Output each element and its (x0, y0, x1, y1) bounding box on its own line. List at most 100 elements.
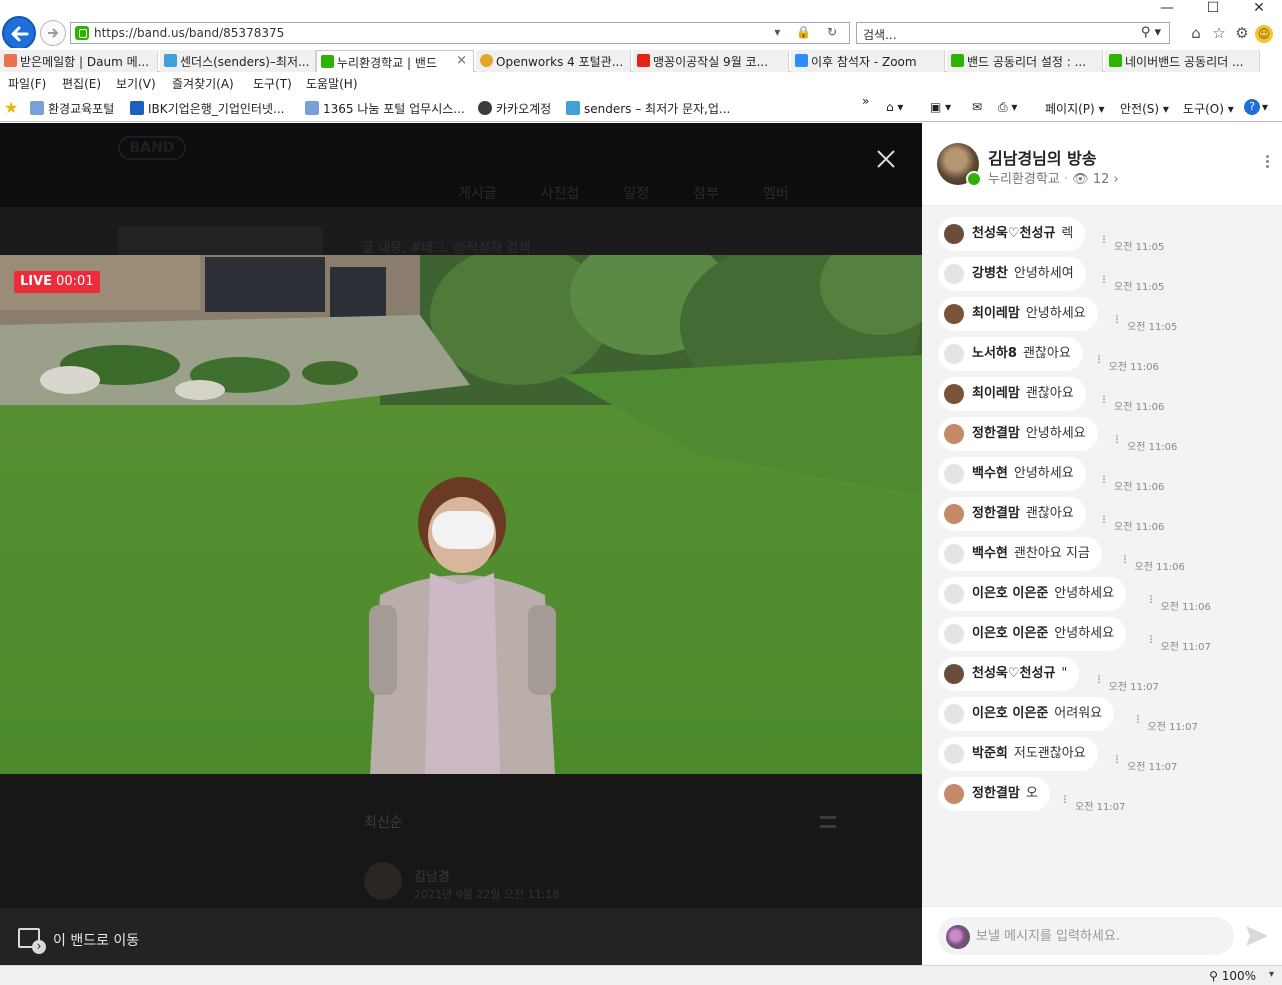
message-options-icon[interactable] (1097, 354, 1101, 368)
message-options-icon[interactable] (1123, 554, 1127, 568)
safety-menu[interactable]: 안전(S) ▾ (1120, 100, 1169, 117)
favorites-star-icon[interactable]: ★ (4, 98, 18, 117)
chat-bubble[interactable]: 이은호 이은준 어려워요 (938, 697, 1115, 731)
fav-item-kakao[interactable]: 카카오계정 (478, 100, 551, 117)
message-options-icon[interactable] (1149, 634, 1153, 648)
tools-menu[interactable]: 도구(O) ▾ (1183, 100, 1234, 117)
menu-tools[interactable]: 도구(T) (253, 75, 292, 92)
chat-avatar[interactable] (944, 464, 964, 484)
chat-avatar[interactable] (944, 304, 964, 324)
message-options-icon[interactable] (1102, 234, 1106, 248)
message-options-icon[interactable] (1097, 674, 1101, 688)
chat-avatar[interactable] (944, 784, 964, 804)
message-options-icon[interactable] (1115, 754, 1119, 768)
chat-bubble[interactable]: 백수현 안녕하세요 (938, 457, 1086, 491)
more-options-icon[interactable] (1264, 153, 1270, 173)
chat-avatar[interactable] (944, 664, 964, 684)
feedback-smile-icon[interactable]: ☺ (1255, 25, 1273, 43)
chat-bubble[interactable]: 이은호 이은준 안녕하세요 (938, 617, 1127, 651)
print-icon[interactable]: ⎙ ▾ (998, 100, 1017, 115)
more-chevron-icon[interactable]: » (862, 94, 869, 108)
go-to-band-icon[interactable] (18, 928, 46, 954)
tab-youtube[interactable]: 맹꽁이공작실 9월 코... (633, 50, 789, 72)
home-icon[interactable]: ⌂ (1186, 24, 1206, 42)
zoom-dropdown-icon[interactable]: ▾ (1269, 969, 1274, 980)
chevron-right-icon[interactable]: › (1114, 172, 1119, 187)
message-options-icon[interactable] (1102, 394, 1106, 408)
menu-help[interactable]: 도움말(H) (306, 75, 358, 92)
viewer-count[interactable]: 12 (1093, 172, 1110, 187)
chat-avatar[interactable] (944, 384, 964, 404)
fav-item-env-portal[interactable]: 환경교육포털 (30, 100, 114, 117)
help-dropdown-icon[interactable]: ▾ (1262, 100, 1268, 114)
chat-avatar[interactable] (944, 744, 964, 764)
fav-item-1365[interactable]: 1365 나눔 포털 업무시스... (305, 100, 465, 117)
tab-nuri-band[interactable]: 누리환경학교 | 밴드 × (316, 50, 474, 72)
forward-button[interactable] (40, 20, 66, 46)
help-icon[interactable]: ? (1244, 99, 1260, 115)
go-to-band-link[interactable]: 이 밴드로 이동 (53, 930, 139, 950)
tab-daum-mail[interactable]: 받은메일함 | Daum 메... (0, 50, 158, 72)
tab-naver-band[interactable]: 네이버밴드 공동리더 ... (1105, 50, 1260, 72)
page-menu[interactable]: 페이지(P) ▾ (1045, 100, 1105, 117)
message-options-icon[interactable] (1063, 794, 1067, 808)
menu-view[interactable]: 보기(V) (116, 75, 156, 92)
message-options-icon[interactable] (1149, 594, 1153, 608)
chat-avatar[interactable] (944, 504, 964, 524)
chat-avatar[interactable] (944, 704, 964, 724)
message-options-icon[interactable] (1115, 434, 1119, 448)
chat-bubble[interactable]: 이은호 이은준 안녕하세요 (938, 577, 1127, 611)
message-options-icon[interactable] (1102, 474, 1106, 488)
minimize-icon[interactable]: — (1144, 0, 1190, 16)
chat-bubble[interactable]: 강병찬 안녕하세여 (938, 257, 1086, 291)
message-options-icon[interactable] (1102, 274, 1106, 288)
live-video[interactable] (0, 255, 922, 774)
search-field[interactable]: 검색... ⚲ ▾ (856, 22, 1170, 44)
chat-avatar[interactable] (944, 344, 964, 364)
search-icon[interactable]: ⚲ ▾ (1141, 25, 1161, 40)
chat-bubble[interactable]: 천성욱♡천성규 " (938, 657, 1080, 691)
menu-favorites[interactable]: 즐겨찾기(A) (172, 75, 234, 92)
chat-bubble[interactable]: 정한결맘 안녕하세요 (938, 417, 1098, 451)
menu-edit[interactable]: 편집(E) (62, 75, 101, 92)
send-button[interactable] (1244, 923, 1270, 949)
chat-message-list[interactable]: 천성욱♡천성규 렉 오전 11:05 강병찬 안녕하세여 오전 11:05 최이레맘 안녕하세… (922, 206, 1282, 906)
chat-bubble[interactable]: 정한결맘 괜찮아요 (938, 497, 1086, 531)
tab-close-icon[interactable]: × (456, 53, 467, 68)
tab-zoom[interactable]: 이후 참석자 - Zoom (791, 50, 945, 72)
chat-bubble[interactable]: 최이레맘 괜찮아요 (938, 377, 1086, 411)
back-button[interactable] (2, 16, 36, 50)
chat-avatar[interactable] (944, 624, 964, 644)
window-close-icon[interactable]: ✕ (1236, 0, 1282, 16)
menu-file[interactable]: 파일(F) (8, 75, 46, 92)
chat-bubble[interactable]: 백수현 괜찬아요 지금 (938, 537, 1102, 571)
chat-avatar[interactable] (944, 424, 964, 444)
close-live-button[interactable] (874, 147, 898, 171)
chat-avatar[interactable] (944, 584, 964, 604)
chat-avatar[interactable] (944, 264, 964, 284)
zoom-level[interactable]: ⚲ 100% (1209, 969, 1256, 983)
mail-command-icon[interactable]: ✉ (972, 100, 982, 114)
star-icon[interactable]: ☆ (1209, 24, 1229, 42)
new-tab-button[interactable] (1260, 50, 1282, 72)
message-options-icon[interactable] (1136, 714, 1140, 728)
band-name[interactable]: 누리환경학교 (988, 172, 1060, 187)
home-command-icon[interactable]: ⌂ ▾ (886, 100, 903, 114)
chat-bubble[interactable]: 노서하8 괜찮아요 (938, 337, 1083, 371)
chat-bubble[interactable]: 천성욱♡천성규 렉 (938, 217, 1086, 251)
message-options-icon[interactable] (1115, 314, 1119, 328)
chat-avatar[interactable] (944, 224, 964, 244)
url-field[interactable]: https://band.us/band/85378375 ▾ 🔒 ↻ (70, 22, 850, 44)
chat-message-input[interactable] (976, 927, 1226, 945)
fav-item-senders[interactable]: senders – 최저가 문자,업... (566, 100, 730, 117)
rss-icon[interactable]: ▣ ▾ (930, 100, 951, 114)
message-options-icon[interactable] (1102, 514, 1106, 528)
chat-avatar[interactable] (944, 544, 964, 564)
tab-openworks[interactable]: Openworks 4 포털관... (476, 50, 631, 72)
address-actions[interactable]: ▾ 🔒 ↻ (774, 25, 843, 39)
chat-bubble[interactable]: 박준희 저도괜찮아요 (938, 737, 1098, 771)
tab-band-coleader[interactable]: 밴드 공동리더 설정 : ... (947, 50, 1103, 72)
fav-item-ibk[interactable]: IBK기업은행_기업인터넷... (130, 100, 284, 117)
chat-bubble[interactable]: 최이레맘 안녕하세요 (938, 297, 1098, 331)
host-avatar[interactable] (937, 143, 982, 187)
